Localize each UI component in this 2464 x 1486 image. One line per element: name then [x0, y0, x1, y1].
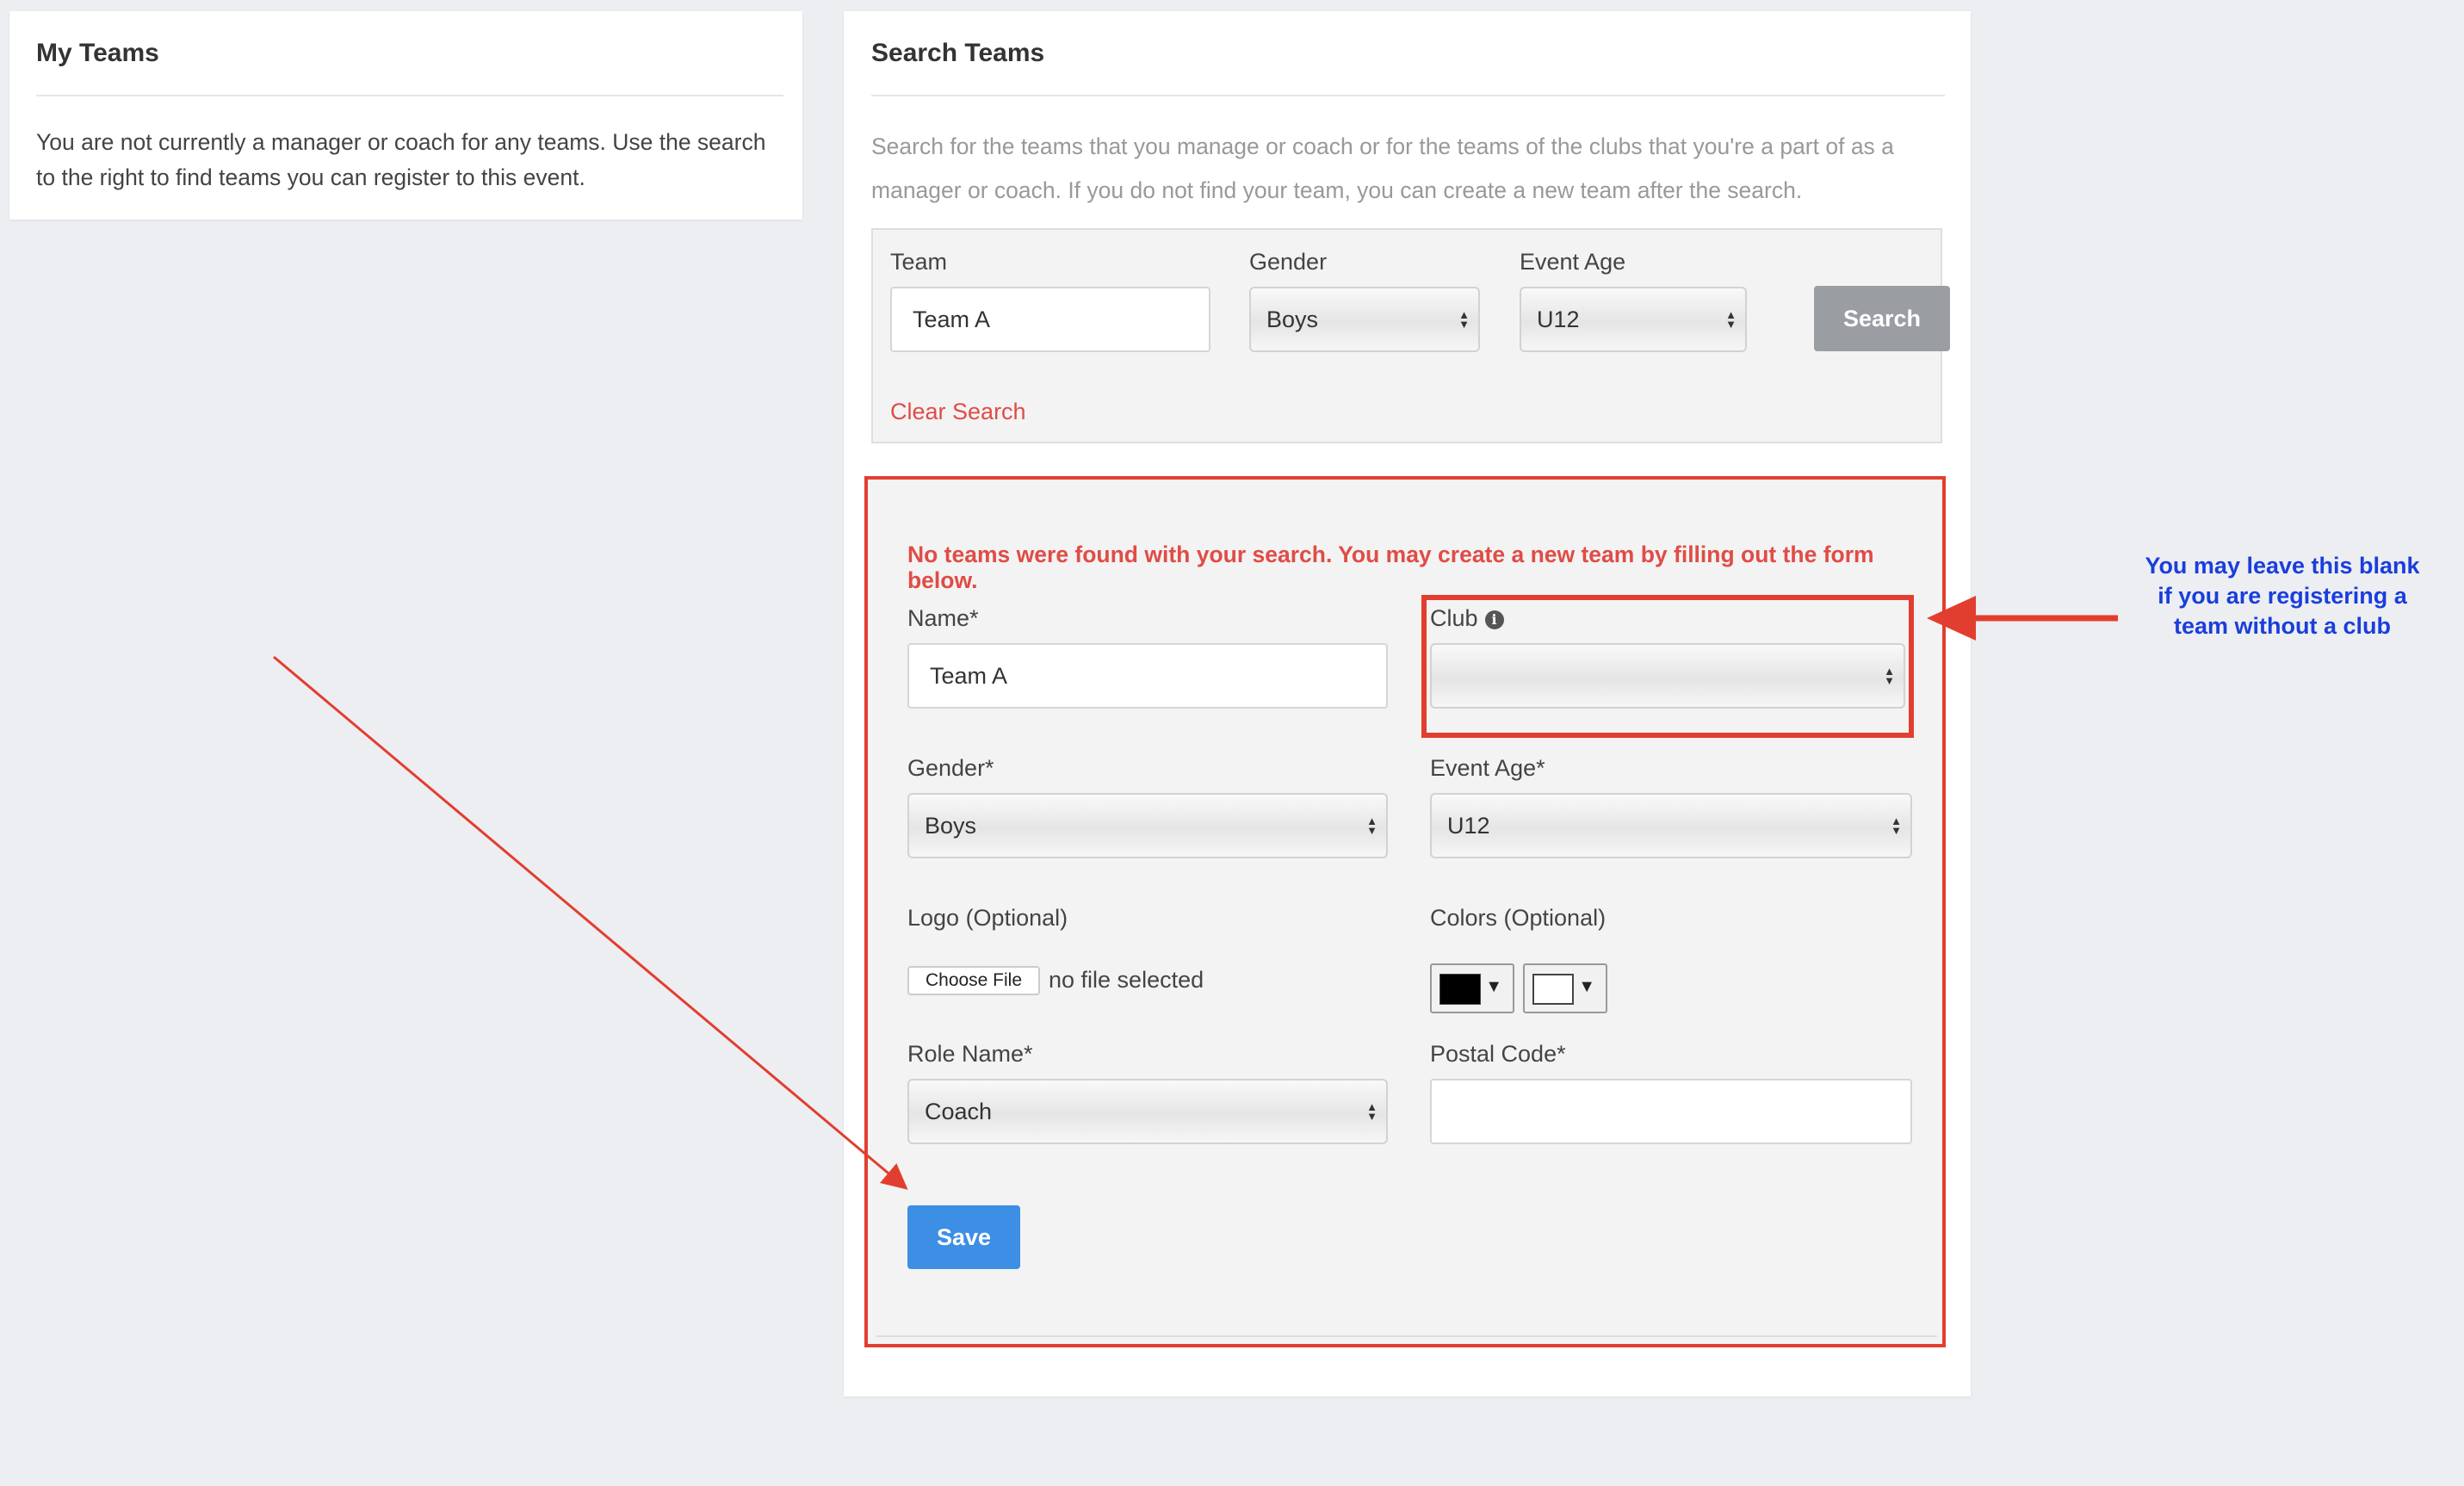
my-teams-title: My Teams	[36, 39, 159, 67]
my-teams-panel: My Teams You are not currently a manager…	[9, 11, 802, 220]
event-age-label: Event Age*	[1430, 755, 1545, 781]
no-teams-message: No teams were found with your search. Yo…	[907, 542, 1874, 593]
postal-code-label: Postal Code*	[1430, 1041, 1566, 1067]
select-arrows-icon: ▲ ▼	[1458, 308, 1470, 331]
team-search-input[interactable]: Team A	[890, 287, 1210, 352]
event-age-select[interactable]: U12 ▲ ▼	[1430, 793, 1912, 858]
gender-filter-label: Gender	[1249, 249, 1328, 275]
team-filter-label: Team	[890, 249, 948, 275]
select-arrows-icon: ▲ ▼	[1725, 308, 1737, 331]
age-filter-label: Event Age	[1520, 249, 1626, 275]
select-arrows-icon: ▲ ▼	[1884, 665, 1895, 687]
info-icon[interactable]: i	[1484, 610, 1504, 629]
my-teams-divider	[36, 95, 783, 96]
gender-label: Gender*	[907, 755, 994, 781]
save-button[interactable]: Save	[907, 1205, 1020, 1269]
form-bottom-divider	[876, 1335, 1937, 1337]
secondary-color-picker[interactable]: ▼	[1523, 963, 1607, 1013]
save-pointer-arrow	[273, 655, 908, 1190]
search-filters: Team Team A Gender Boys ▲ ▼ Event Age U12…	[871, 228, 1950, 443]
age-filter-select[interactable]: U12 ▲ ▼	[1520, 287, 1747, 352]
club-label-text: Club	[1430, 605, 1478, 631]
choose-file-button[interactable]: Choose File	[907, 966, 1040, 995]
select-arrows-icon: ▲ ▼	[1366, 814, 1377, 837]
team-search-value: Team A	[913, 306, 991, 332]
no-file-text: no file selected	[1049, 967, 1204, 993]
gender-select[interactable]: Boys ▲ ▼	[907, 793, 1388, 858]
select-arrows-icon: ▲ ▼	[1891, 814, 1902, 837]
search-teams-divider	[871, 95, 1945, 96]
club-label: Club i	[1430, 605, 1504, 632]
team-name-value: Team A	[930, 662, 1008, 689]
age-filter-value: U12	[1537, 306, 1580, 332]
search-instructions: Search for the teams that you manage or …	[871, 133, 1894, 203]
role-name-select[interactable]: Coach ▲ ▼	[907, 1079, 1388, 1144]
name-label: Name*	[907, 605, 979, 631]
role-name-value: Coach	[925, 1098, 993, 1124]
select-arrows-icon: ▲ ▼	[1366, 1100, 1377, 1123]
gender-select-value: Boys	[925, 812, 977, 839]
postal-code-input[interactable]	[1430, 1079, 1912, 1144]
colors-label: Colors (Optional)	[1430, 905, 1607, 931]
search-teams-panel: Search Teams Search for the teams that y…	[844, 11, 1971, 1396]
event-age-value: U12	[1447, 812, 1490, 839]
create-team-form: No teams were found with your search. Yo…	[864, 476, 1946, 1347]
caret-down-icon: ▼	[1485, 977, 1502, 996]
primary-color-swatch	[1439, 974, 1481, 1005]
gender-filter-select[interactable]: Boys ▲ ▼	[1249, 287, 1480, 352]
primary-color-picker[interactable]: ▼	[1430, 963, 1514, 1013]
team-name-input[interactable]: Team A	[907, 643, 1388, 709]
secondary-color-swatch	[1532, 974, 1574, 1005]
my-teams-message: You are not currently a manager or coach…	[36, 129, 766, 190]
search-teams-title: Search Teams	[871, 39, 1045, 67]
caret-down-icon: ▼	[1578, 977, 1595, 996]
search-button[interactable]: Search	[1814, 286, 1950, 351]
logo-label: Logo (Optional)	[907, 905, 1068, 931]
club-select[interactable]: ▲ ▼	[1430, 643, 1905, 709]
club-annotation-note: You may leave this blank if you are regi…	[2145, 553, 2420, 639]
clear-search-link[interactable]: Clear Search	[890, 399, 1026, 425]
gender-filter-value: Boys	[1266, 306, 1319, 332]
role-name-label: Role Name*	[907, 1041, 1033, 1067]
